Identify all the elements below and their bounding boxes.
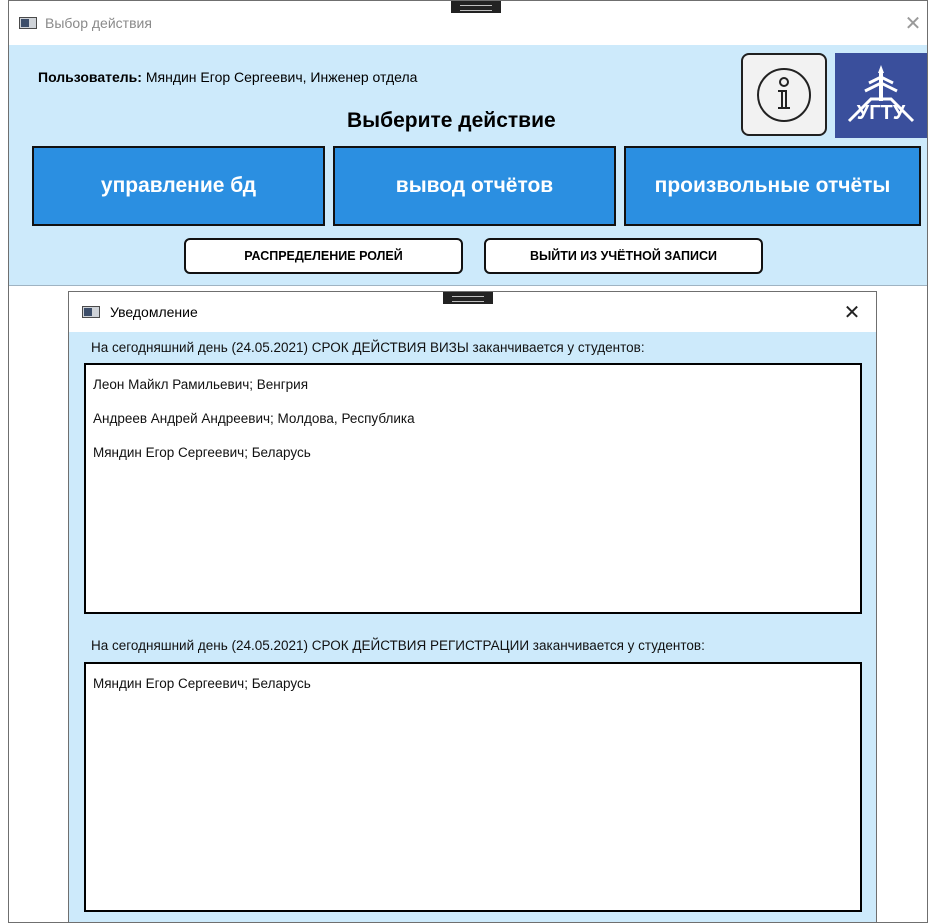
- window-app-icon: [19, 17, 37, 29]
- notification-title: Уведомление: [110, 304, 198, 320]
- page-title: Выберите действие: [347, 109, 556, 132]
- university-logo: УГТУ: [835, 53, 927, 138]
- logo-text: УГТУ: [857, 102, 906, 124]
- notification-content: На сегодняшний день (24.05.2021) СРОК ДЕ…: [69, 332, 876, 922]
- visa-list[interactable]: Леон Майкл Рамильевич; Венгрия Андреев А…: [84, 363, 862, 614]
- logo-emblem-icon: УГТУ: [847, 64, 915, 124]
- roles-button[interactable]: РАСПРЕДЕЛЕНИЕ РОЛЕЙ: [184, 238, 463, 274]
- info-button[interactable]: [741, 53, 827, 136]
- user-label: Пользователь:: [38, 69, 142, 85]
- registration-label: На сегодняшний день (24.05.2021) СРОК ДЕ…: [91, 638, 705, 653]
- notification-window: Уведомление ✕ На сегодняшний день (24.05…: [68, 291, 877, 923]
- list-item[interactable]: Мяндин Егор Сергеевич; Беларусь: [93, 436, 860, 470]
- main-close-icon[interactable]: ✕: [899, 11, 927, 35]
- reports-button[interactable]: вывод отчётов: [333, 146, 616, 226]
- user-value: Мяндин Егор Сергеевич, Инженер отдела: [145, 69, 418, 85]
- window-app-icon: [82, 306, 100, 318]
- main-window-title: Выбор действия: [45, 15, 152, 31]
- custom-reports-button[interactable]: произвольные отчёты: [624, 146, 921, 226]
- user-info: Пользователь: Мяндин Егор Сергеевич, Инж…: [38, 69, 417, 85]
- registration-list[interactable]: Мяндин Егор Сергеевич; Беларусь: [84, 662, 862, 912]
- logout-button[interactable]: ВЫЙТИ ИЗ УЧЁТНОЙ ЗАПИСИ: [484, 238, 763, 274]
- drag-grip[interactable]: [451, 1, 501, 13]
- list-item[interactable]: Леон Майкл Рамильевич; Венгрия: [93, 368, 860, 402]
- list-item[interactable]: Андреев Андрей Андреевич; Молдова, Респу…: [93, 402, 860, 436]
- manage-db-button[interactable]: управление бд: [32, 146, 325, 226]
- visa-label: На сегодняшний день (24.05.2021) СРОК ДЕ…: [91, 340, 645, 355]
- main-content-panel: Пользователь: Мяндин Егор Сергеевич, Инж…: [9, 45, 927, 286]
- list-item[interactable]: Мяндин Егор Сергеевич; Беларусь: [93, 667, 860, 701]
- info-icon: [757, 67, 811, 122]
- drag-grip[interactable]: [443, 292, 493, 304]
- notification-close-icon[interactable]: ✕: [840, 300, 864, 324]
